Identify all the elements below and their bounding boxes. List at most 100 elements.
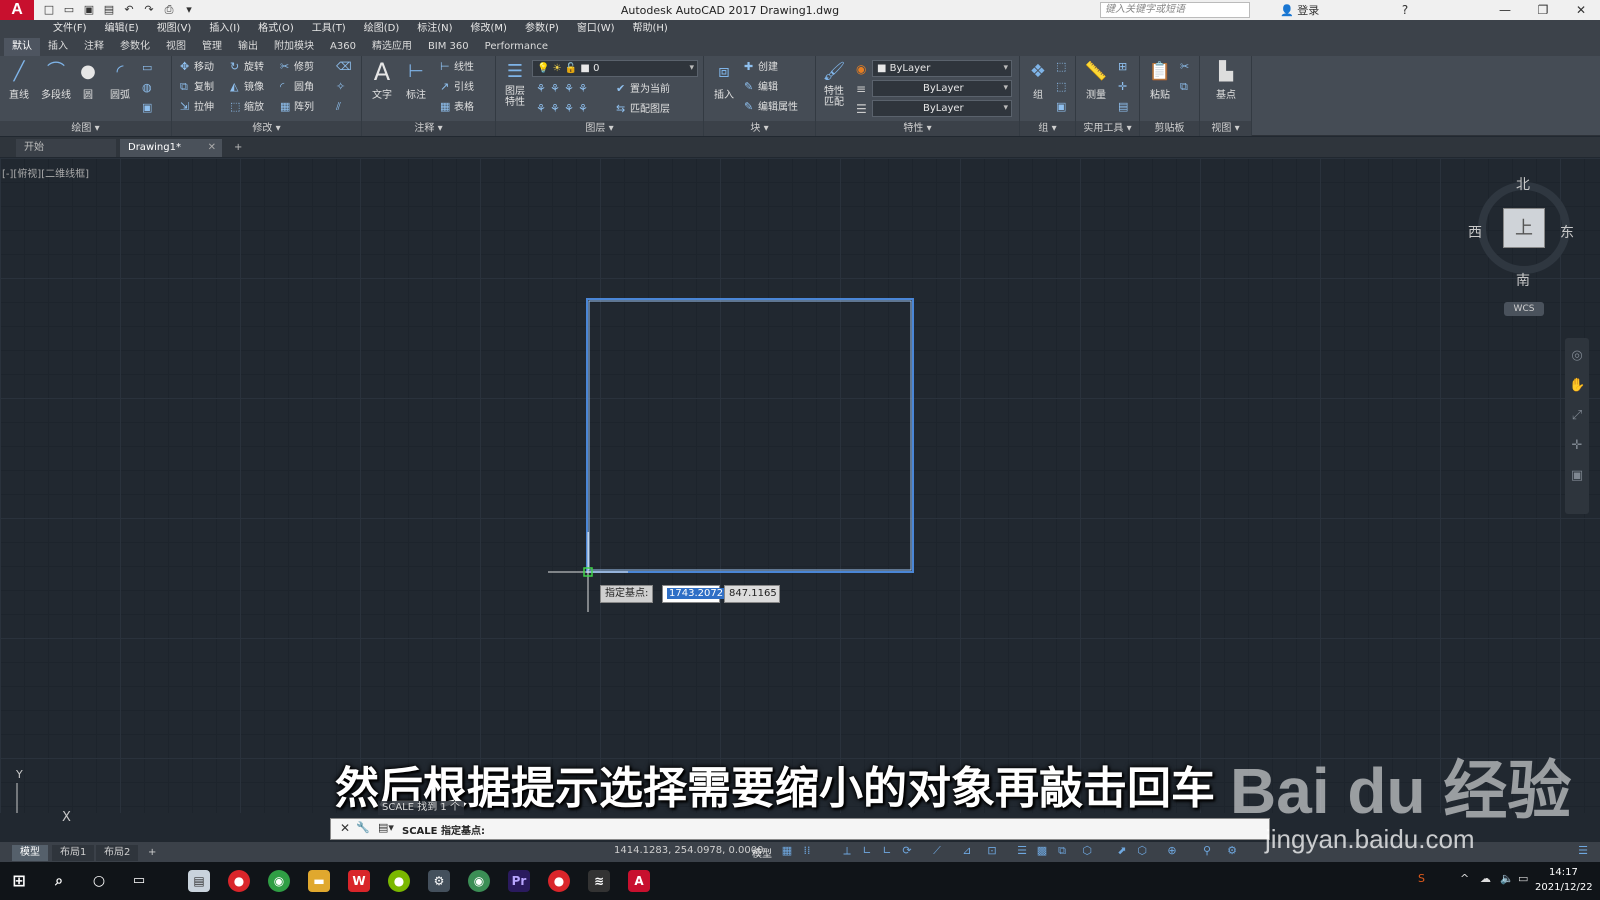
- group-edit-button[interactable]: ⬚: [1056, 78, 1070, 96]
- tray-chevron-icon[interactable]: ^: [1460, 872, 1469, 885]
- taskbar-recorder-icon[interactable]: ●: [228, 870, 250, 892]
- model-space-toggle[interactable]: 模型: [752, 845, 772, 860]
- coordinate-readout[interactable]: 1414.1283, 254.0978, 0.0000: [614, 845, 764, 856]
- panel-view-title[interactable]: 视图 ▾: [1200, 121, 1251, 136]
- group-button[interactable]: ❖ 组: [1022, 60, 1054, 101]
- tray-volume-icon[interactable]: 🔈: [1500, 872, 1514, 885]
- trim-button[interactable]: ✂ 修剪: [280, 58, 314, 76]
- qat-dropdown-icon[interactable]: ▾: [180, 2, 198, 18]
- panel-block-title[interactable]: 块 ▾: [704, 121, 815, 136]
- mirror-button[interactable]: ◭ 镜像: [230, 78, 264, 96]
- layout-tab-layout1[interactable]: 布局1: [52, 845, 95, 861]
- tab-output[interactable]: 输出: [230, 38, 266, 56]
- table-button[interactable]: ▦ 表格: [440, 98, 474, 116]
- grid-icon[interactable]: ▦: [780, 844, 794, 858]
- menu-insert[interactable]: 插入(I): [200, 20, 249, 38]
- add-layout-button[interactable]: +: [140, 845, 164, 861]
- taskbar-app-3-icon[interactable]: ⚙: [428, 870, 450, 892]
- calculator-button[interactable]: ▤: [1118, 98, 1132, 116]
- tray-network-icon[interactable]: ☁: [1480, 872, 1491, 885]
- tray-sogou-icon[interactable]: S: [1418, 872, 1425, 885]
- taskbar-autocad-icon[interactable]: A: [628, 870, 650, 892]
- menu-parametric[interactable]: 参数(P): [516, 20, 568, 38]
- selection-filter-icon[interactable]: ⬡: [1135, 844, 1149, 858]
- help-icon[interactable]: ?: [1386, 0, 1424, 20]
- wrench-icon[interactable]: 🔧: [356, 821, 370, 834]
- move-button[interactable]: ✥ 移动: [180, 58, 214, 76]
- plot-icon[interactable]: ⎙: [160, 2, 178, 18]
- panel-layers-title[interactable]: 图层 ▾: [496, 121, 703, 136]
- taskbar-app-1-icon[interactable]: ▤: [188, 870, 210, 892]
- array-button[interactable]: ▦ 阵列: [280, 98, 314, 116]
- tab-annotate[interactable]: 注释: [76, 38, 112, 56]
- layer-tools-row1[interactable]: ⚘ ⚘ ⚘ ⚘: [536, 80, 592, 98]
- ucs-icon[interactable]: ⊡: [985, 844, 999, 858]
- pan-icon[interactable]: ✋: [1569, 378, 1585, 394]
- transparency-icon[interactable]: ▩: [1035, 844, 1049, 858]
- leader-button[interactable]: ↗ 引线: [440, 78, 474, 96]
- lineweight-toggle-icon[interactable]: ☰: [1015, 844, 1029, 858]
- save-as-icon[interactable]: ▤: [100, 2, 118, 18]
- color-dropdown[interactable]: ■ ByLayer: [872, 60, 1012, 77]
- viewcube-top-face[interactable]: 上: [1503, 208, 1545, 248]
- compass-north[interactable]: 北: [1516, 174, 1530, 194]
- stretch-button[interactable]: ⇲ 拉伸: [180, 98, 214, 116]
- polar-icon[interactable]: ∟: [880, 844, 894, 858]
- dynamic-input-y[interactable]: 847.1165: [724, 585, 780, 603]
- ortho-icon[interactable]: ∟: [860, 844, 874, 858]
- layout-tab-model[interactable]: 模型: [12, 845, 48, 861]
- tab-default[interactable]: 默认: [4, 38, 40, 56]
- cut-button[interactable]: ✂: [1180, 58, 1194, 76]
- tab-manage[interactable]: 管理: [194, 38, 230, 56]
- create-block-button[interactable]: ✚ 创建: [744, 58, 778, 76]
- make-current-button[interactable]: ✔ 置为当前: [616, 80, 670, 98]
- wcs-menu[interactable]: WCS: [1504, 302, 1544, 316]
- annotation-visibility-icon[interactable]: ⚲: [1200, 844, 1214, 858]
- tab-drawing1[interactable]: Drawing1* ✕: [120, 139, 222, 157]
- ungroup-button[interactable]: ⬚: [1056, 58, 1070, 76]
- polyline-button[interactable]: ⌒ 多段线: [36, 60, 76, 101]
- zoom-icon[interactable]: ⤢: [1569, 408, 1585, 424]
- edit-attributes-button[interactable]: ✎ 编辑属性: [744, 98, 798, 116]
- dynamic-ucs-icon[interactable]: ⬈: [1115, 844, 1129, 858]
- taskbar-browser-icon[interactable]: ◉: [468, 870, 490, 892]
- restore-button[interactable]: ❐: [1524, 0, 1562, 20]
- compass-south[interactable]: 南: [1516, 270, 1530, 290]
- customize-icon[interactable]: ☰: [1576, 844, 1590, 858]
- explode-button[interactable]: ✧: [336, 78, 350, 96]
- layer-properties-button[interactable]: ☰ 图层 特性: [498, 60, 532, 108]
- infer-icon[interactable]: ⟂: [840, 844, 854, 858]
- menu-format[interactable]: 格式(O): [249, 20, 303, 38]
- linear-dim-button[interactable]: ⊢ 线性: [440, 58, 474, 76]
- close-button[interactable]: ✕: [1562, 0, 1600, 20]
- panel-properties-title[interactable]: 特性 ▾: [816, 121, 1019, 136]
- point-button[interactable]: ✛: [1118, 78, 1132, 96]
- taskbar-clock-time[interactable]: 14:17: [1549, 867, 1578, 878]
- lineweight-dropdown[interactable]: ByLayer: [872, 100, 1012, 117]
- menu-draw[interactable]: 绘图(D): [355, 20, 409, 38]
- menu-tools[interactable]: 工具(T): [303, 20, 355, 38]
- showmotion-icon[interactable]: ▣: [1569, 468, 1585, 484]
- taskbar-app-2-icon[interactable]: ●: [388, 870, 410, 892]
- tab-bim360[interactable]: BIM 360: [420, 38, 477, 56]
- line-button[interactable]: ╱ 直线: [3, 60, 35, 101]
- new-file-icon[interactable]: □: [40, 2, 58, 18]
- workspace-icon[interactable]: ⚙: [1225, 844, 1239, 858]
- 3d-osnap-icon[interactable]: ⬡: [1080, 844, 1094, 858]
- match-properties-button[interactable]: 🖌 特性 匹配: [818, 60, 850, 108]
- panel-utilities-title[interactable]: 实用工具 ▾: [1076, 121, 1139, 136]
- copy-clip-button[interactable]: ⧉: [1180, 78, 1194, 96]
- snap-icon[interactable]: ⁞⁞: [800, 844, 814, 858]
- text-button[interactable]: A 文字: [366, 60, 398, 101]
- region-button[interactable]: ▣: [142, 99, 156, 117]
- panel-clipboard-title[interactable]: 剪贴板: [1140, 121, 1199, 136]
- compass-west[interactable]: 西: [1468, 222, 1482, 242]
- panel-annotation-title[interactable]: 注释 ▾: [362, 121, 495, 136]
- menu-window[interactable]: 窗口(W): [568, 20, 624, 38]
- rectangle-button[interactable]: ▭: [142, 59, 156, 77]
- tab-start[interactable]: 开始: [16, 139, 116, 157]
- tab-addins[interactable]: 附加模块: [266, 38, 322, 56]
- selected-rectangle[interactable]: [586, 298, 914, 573]
- tab-featured-apps[interactable]: 精选应用: [364, 38, 420, 56]
- osnap-icon[interactable]: ⊿: [960, 844, 974, 858]
